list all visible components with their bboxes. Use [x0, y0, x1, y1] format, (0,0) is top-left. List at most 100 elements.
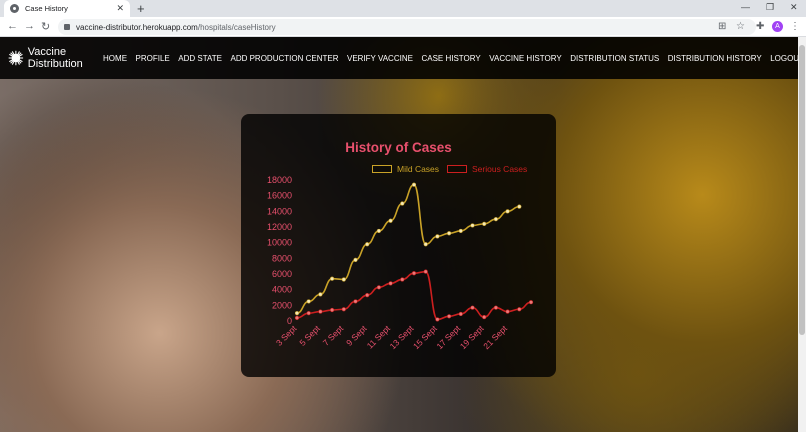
data-point-serious	[435, 317, 440, 322]
nav-profile[interactable]: PROFILE	[136, 54, 170, 63]
data-point-mild	[318, 292, 323, 297]
nav-case-history[interactable]: CASE HISTORY	[421, 54, 480, 63]
data-point-serious	[458, 311, 463, 317]
x-tick-label: 21 Sept	[481, 323, 509, 351]
data-point-mild	[411, 182, 417, 187]
nav-home[interactable]: HOME	[103, 54, 127, 63]
data-point-mild	[294, 311, 300, 316]
x-tick-label: 15 Sept	[411, 323, 439, 351]
data-point-mild	[458, 228, 463, 234]
y-tick-label: 4000	[272, 285, 292, 295]
x-tick-label: 3 Sept	[274, 323, 299, 348]
data-point-serious	[505, 309, 510, 314]
data-point-mild	[505, 209, 510, 214]
y-tick-label: 14000	[267, 206, 292, 216]
tab-close-icon[interactable]: ✕	[116, 3, 124, 14]
data-point-mild	[306, 299, 311, 304]
nav-verify-vaccine[interactable]: VERIFY VACCINE	[347, 54, 413, 63]
data-point-mild	[493, 217, 498, 222]
data-point-mild	[376, 228, 381, 234]
data-point-serious	[294, 315, 300, 320]
x-tick-label: 11 Sept	[365, 323, 393, 351]
site-logo[interactable]: Vaccine Distribution	[8, 46, 91, 70]
bookmark-star-icon[interactable]: ☆	[736, 21, 745, 32]
data-point-serious	[447, 314, 452, 319]
data-point-serious	[318, 309, 323, 314]
nav-distribution-history[interactable]: DISTRIBUTION HISTORY	[668, 54, 762, 63]
profile-avatar[interactable]: A	[772, 21, 783, 32]
data-point-serious	[329, 307, 335, 313]
tab-title: Case History	[25, 4, 68, 13]
data-point-mild	[400, 201, 405, 206]
y-tick-label: 6000	[272, 269, 292, 279]
data-point-serious	[365, 293, 370, 298]
data-point-mild	[353, 257, 358, 262]
data-point-mild	[388, 218, 393, 223]
data-point-serious	[493, 305, 498, 310]
series-line-mild	[296, 183, 520, 314]
nav-menu: HOME PROFILE ADD STATE ADD PRODUCTION CE…	[103, 54, 798, 63]
window-close-icon[interactable]: ✕	[790, 2, 798, 13]
nav-add-production-center[interactable]: ADD PRODUCTION CENTER	[230, 54, 338, 63]
back-icon[interactable]: ←	[7, 20, 18, 32]
data-point-serious	[411, 271, 417, 276]
browser-tab-bar: Case History ✕ + — ❐ ✕	[0, 0, 806, 17]
translate-icon[interactable]: ⊞	[718, 21, 726, 32]
virus-logo-icon	[8, 50, 24, 66]
reload-icon[interactable]: ↻	[41, 20, 50, 33]
x-tick-label: 5 Sept	[297, 323, 322, 348]
site-navbar: Vaccine Distribution HOME PROFILE ADD ST…	[0, 37, 798, 79]
lock-icon	[64, 24, 70, 30]
x-tick-label: 19 Sept	[458, 323, 486, 351]
data-point-serious	[376, 285, 381, 290]
restore-icon[interactable]: ❐	[766, 2, 774, 13]
nav-logout[interactable]: LOGOUT	[770, 54, 798, 63]
x-tick-label: 13 Sept	[388, 323, 416, 351]
data-point-serious	[517, 307, 522, 312]
data-point-mild	[423, 242, 428, 247]
new-tab-icon[interactable]: +	[137, 1, 145, 16]
browser-toolbar: ← → ↻ vaccine-distributor.herokuapp.com …	[0, 17, 806, 37]
browser-tab[interactable]: Case History ✕	[4, 0, 130, 17]
forward-icon[interactable]: →	[24, 20, 35, 32]
data-point-mild	[365, 242, 370, 247]
url-host: vaccine-distributor.herokuapp.com	[76, 22, 198, 32]
data-point-serious	[528, 300, 534, 305]
y-tick-label: 12000	[267, 222, 292, 232]
extensions-icon[interactable]: ✚	[756, 21, 764, 32]
menu-kebab-icon[interactable]: ⋮	[790, 21, 800, 32]
data-point-mild	[470, 223, 475, 228]
nav-vaccine-history[interactable]: VACCINE HISTORY	[489, 54, 561, 63]
minimize-icon[interactable]: —	[741, 2, 750, 12]
data-point-serious	[423, 269, 428, 274]
address-bar[interactable]: vaccine-distributor.herokuapp.com /hospi…	[58, 19, 756, 35]
data-point-serious	[470, 305, 475, 310]
nav-distribution-status[interactable]: DISTRIBUTION STATUS	[570, 54, 659, 63]
y-tick-label: 16000	[267, 191, 292, 201]
data-point-mild	[517, 204, 522, 209]
data-point-serious	[306, 311, 311, 316]
y-tick-label: 8000	[272, 253, 292, 263]
globe-icon	[10, 4, 19, 13]
chart-card: History of Cases Mild Cases Serious Case…	[241, 114, 556, 377]
nav-add-state[interactable]: ADD STATE	[178, 54, 222, 63]
page-scrollbar[interactable]	[798, 37, 806, 432]
x-tick-label: 17 Sept	[434, 323, 462, 351]
x-tick-label: 7 Sept	[321, 323, 346, 348]
y-tick-label: 2000	[272, 300, 292, 310]
data-point-mild	[482, 221, 487, 226]
data-point-mild	[435, 234, 440, 239]
data-point-serious	[353, 299, 358, 304]
data-point-mild	[447, 231, 452, 236]
data-point-serious	[400, 277, 405, 282]
data-point-mild	[329, 276, 335, 281]
data-point-serious	[341, 307, 346, 312]
url-path: /hospitals/caseHistory	[197, 22, 276, 32]
brand-name: Vaccine Distribution	[27, 46, 83, 70]
data-point-serious	[482, 314, 487, 320]
line-chart: 0200040006000800010000120001400016000180…	[267, 175, 534, 351]
y-tick-label: 10000	[267, 238, 292, 248]
data-point-serious	[388, 281, 393, 286]
data-point-mild	[341, 277, 346, 282]
scrollbar-thumb[interactable]	[799, 45, 805, 335]
